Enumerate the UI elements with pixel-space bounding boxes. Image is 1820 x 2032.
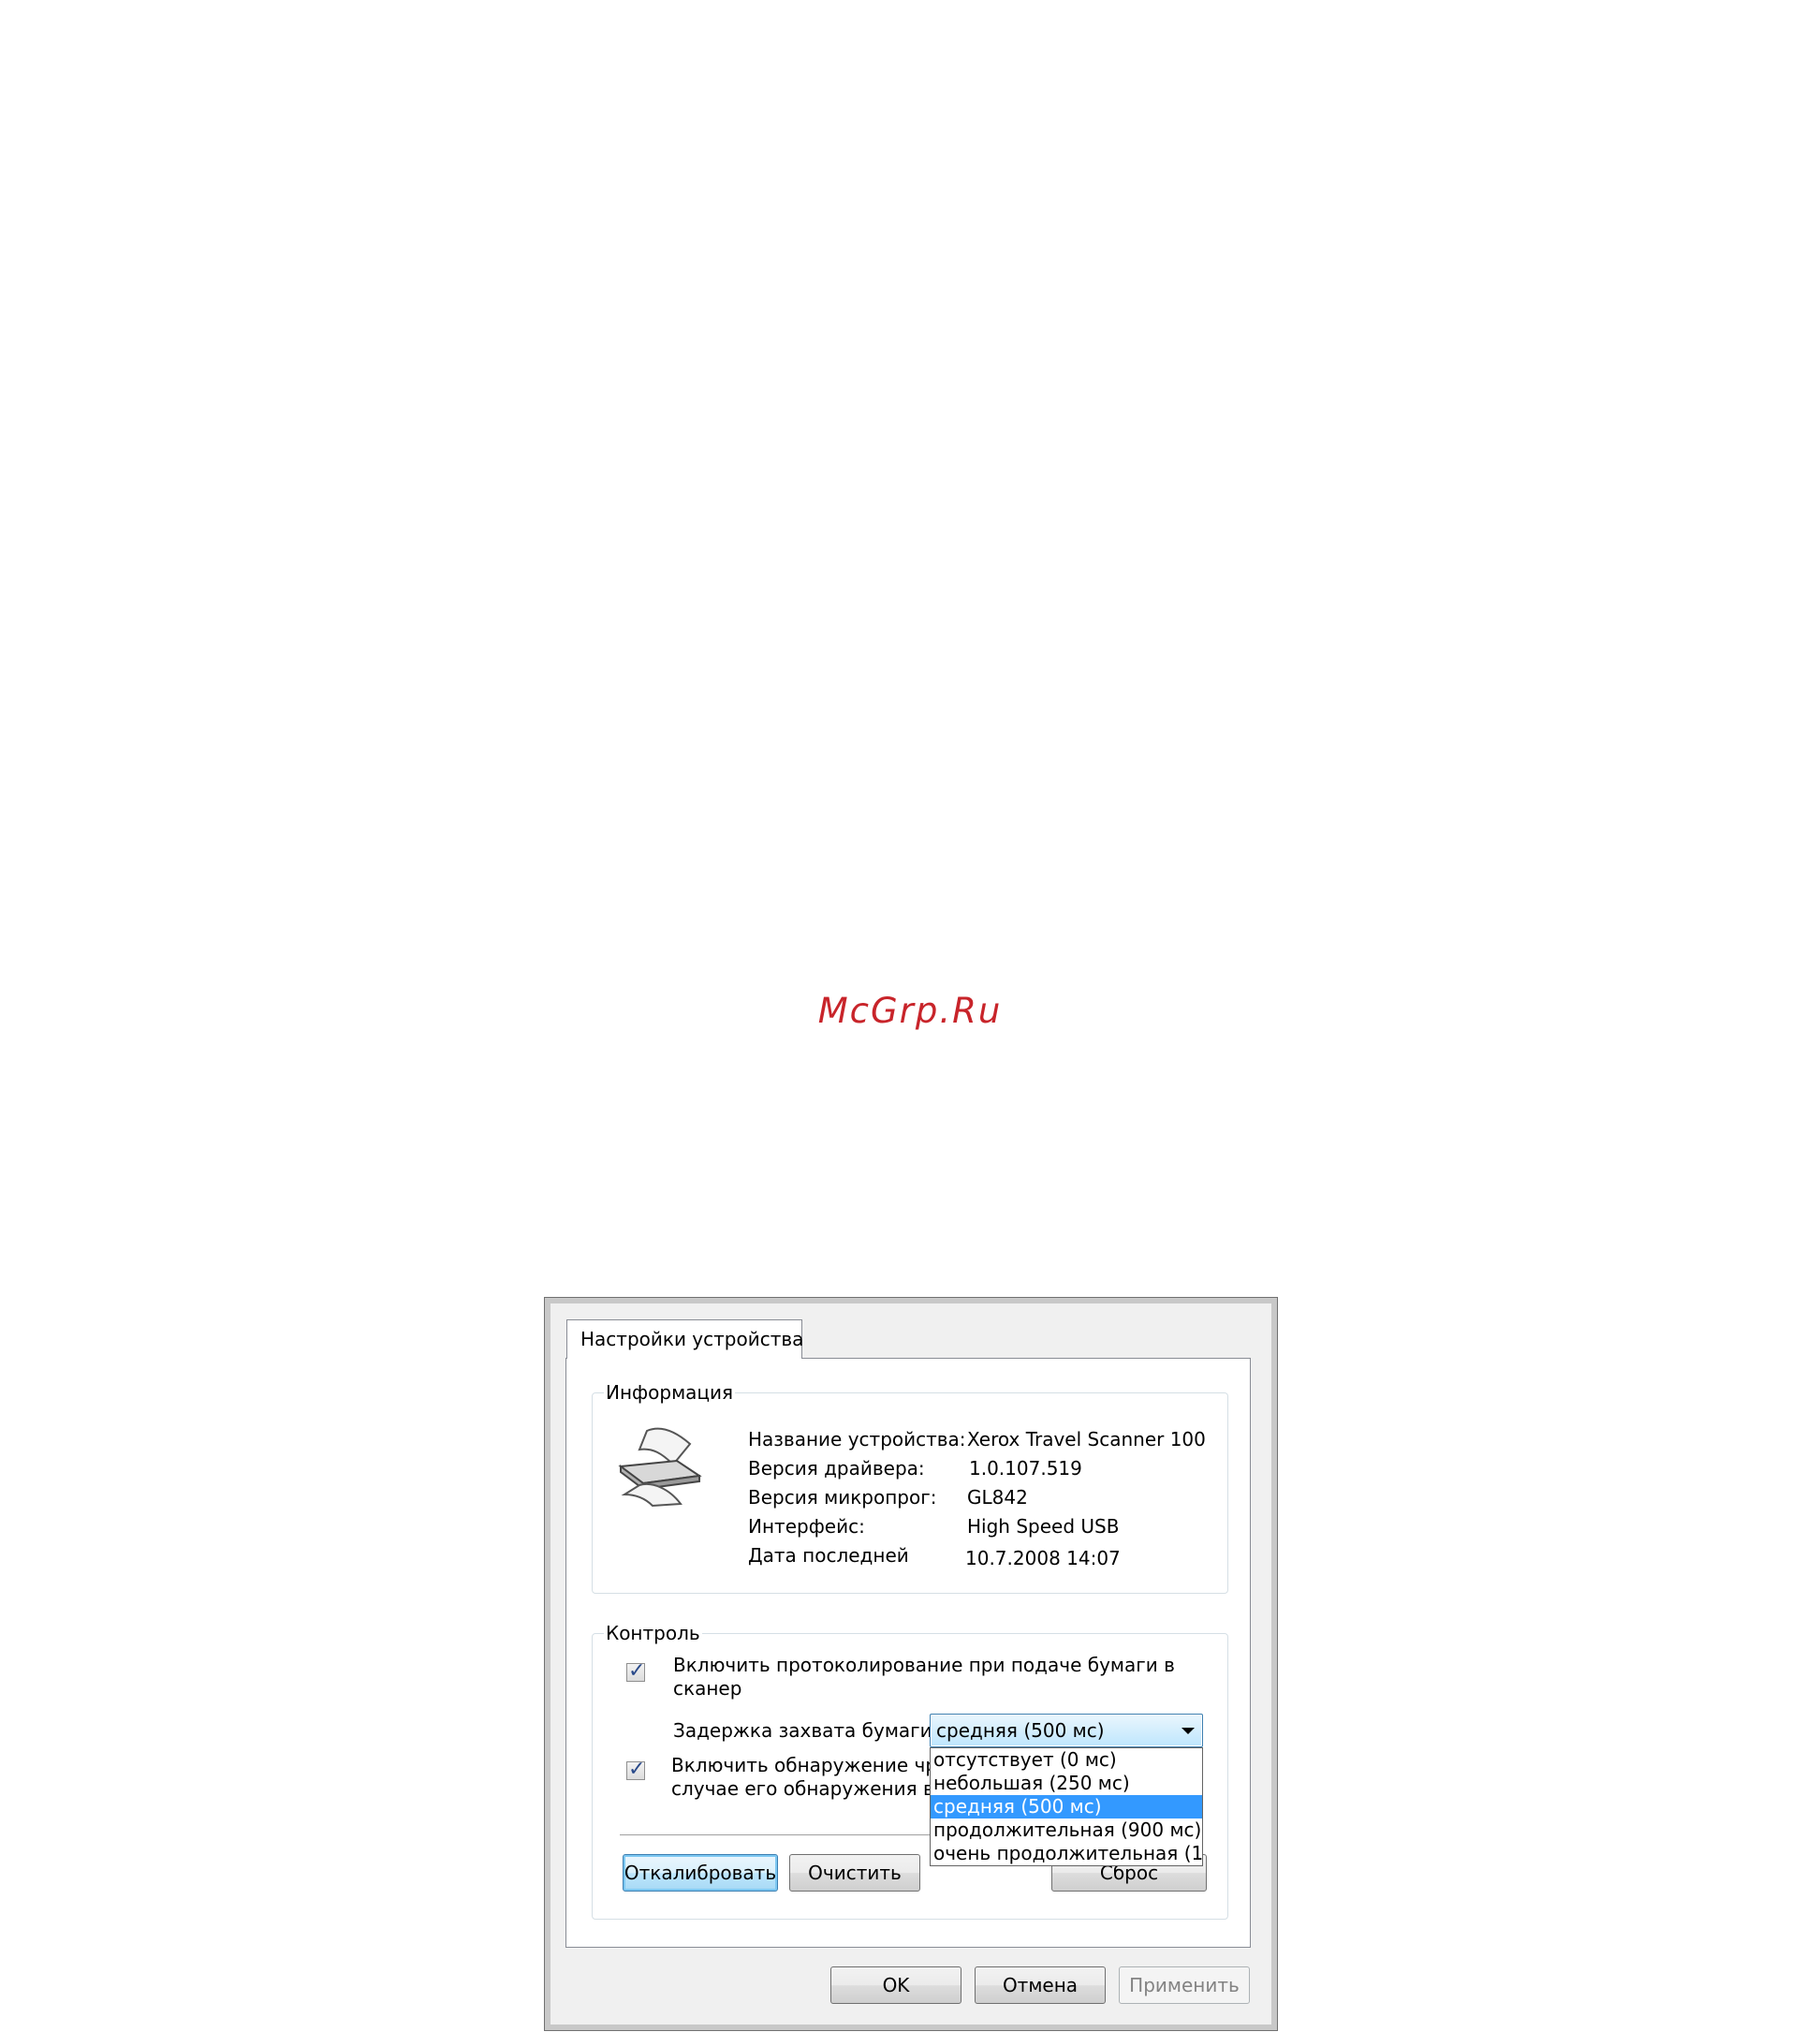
control-group-title: Контроль xyxy=(604,1621,702,1645)
detection-checkbox[interactable]: ✓ xyxy=(626,1758,646,1781)
delay-option[interactable]: очень продолжительная (1 2 xyxy=(931,1842,1202,1865)
delay-option[interactable]: отсутствует (0 мс) xyxy=(931,1748,1202,1772)
clear-button[interactable]: Очистить xyxy=(789,1854,920,1892)
tab-panel: Информация Название устройства: Xerox Tr… xyxy=(565,1358,1251,1948)
detection-label-line1: Включить обнаружение чре xyxy=(671,1754,949,1776)
chevron-down-icon[interactable] xyxy=(1182,1728,1195,1734)
firmware-version-label: Версия микропрог: xyxy=(748,1486,937,1509)
logging-checkbox[interactable]: ✓ xyxy=(626,1659,645,1683)
detection-label-line2: случае его обнаружения воз xyxy=(671,1777,956,1800)
logging-label-line2: сканер xyxy=(673,1677,742,1700)
calibrate-button[interactable]: Откалибровать xyxy=(623,1854,778,1892)
info-group: Информация Название устройства: Xerox Tr… xyxy=(592,1380,1228,1594)
info-group-title: Информация xyxy=(604,1380,736,1405)
control-group: Контроль ✓ Включить протоколирование при… xyxy=(592,1621,1228,1920)
watermark: McGrp.Ru xyxy=(817,991,1003,1031)
apply-button[interactable]: Применить xyxy=(1119,1966,1250,2004)
delay-selected-value: средняя (500 мс) xyxy=(936,1719,1105,1742)
check-mark-icon: ✓ xyxy=(628,1758,646,1781)
tab-device-settings[interactable]: Настройки устройства xyxy=(566,1319,803,1359)
cancel-button[interactable]: Отмена xyxy=(975,1966,1106,2004)
delay-dropdown-list: отсутствует (0 мс) небольшая (250 мс) ср… xyxy=(930,1747,1203,1866)
driver-version-value: 1.0.107.519 xyxy=(969,1457,1082,1480)
delay-option[interactable]: продолжительная (900 мс) xyxy=(931,1818,1202,1842)
delay-combobox[interactable]: средняя (500 мс) xyxy=(930,1714,1203,1747)
device-settings-dialog: Настройки устройства Информация Название… xyxy=(544,1297,1278,2031)
device-name-value: Xerox Travel Scanner 100 xyxy=(967,1428,1206,1450)
last-date-label: Дата последней xyxy=(748,1544,909,1567)
delay-option-selected[interactable]: средняя (500 мс) xyxy=(931,1795,1202,1818)
last-date-value: 10.7.2008 14:07 xyxy=(965,1547,1121,1569)
device-name-label: Название устройства: xyxy=(748,1428,966,1450)
driver-version-label: Версия драйвера: xyxy=(748,1457,925,1480)
check-mark-icon: ✓ xyxy=(628,1659,646,1683)
scanner-icon xyxy=(618,1427,702,1508)
interface-value: High Speed USB xyxy=(967,1515,1120,1538)
firmware-version-value: GL842 xyxy=(967,1486,1028,1509)
delay-label: Задержка захвата бумаги: xyxy=(673,1719,939,1742)
logging-label-line1: Включить протоколирование при подаче бум… xyxy=(673,1654,1175,1676)
ok-button[interactable]: OK xyxy=(830,1966,961,2004)
delay-option[interactable]: небольшая (250 мс) xyxy=(931,1772,1202,1795)
interface-label: Интерфейс: xyxy=(748,1515,865,1538)
